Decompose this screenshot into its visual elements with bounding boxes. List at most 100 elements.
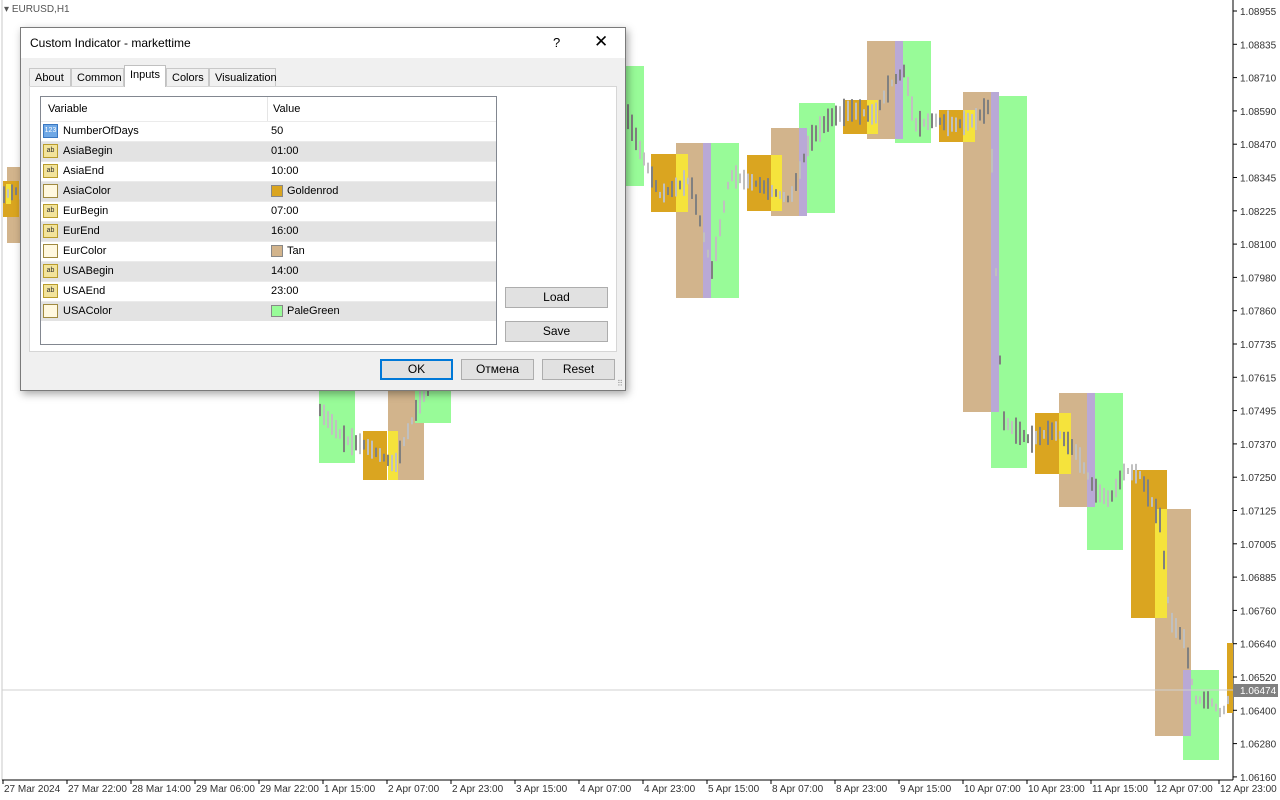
- param-value[interactable]: PaleGreen: [287, 305, 340, 317]
- time-tick-label: 12 Apr 07:00: [1156, 784, 1213, 795]
- param-row-eurbegin[interactable]: ab EurBegin 07:00: [41, 201, 496, 221]
- price-tick-label: 1.07495: [1240, 407, 1277, 418]
- time-tick-label: 29 Mar 06:00: [196, 784, 255, 795]
- price-tick-label: 1.06280: [1240, 740, 1277, 751]
- tab-common[interactable]: Common: [71, 68, 124, 86]
- tab-inputs[interactable]: Inputs: [124, 65, 166, 87]
- param-value[interactable]: 50: [271, 125, 283, 137]
- time-tick-label: 12 Apr 23:00: [1220, 784, 1277, 795]
- price-tick-label: 1.07125: [1240, 507, 1277, 518]
- param-value[interactable]: Tan: [287, 245, 305, 257]
- color-type-icon: color: [43, 244, 58, 258]
- color-swatch[interactable]: [271, 185, 283, 197]
- inputs-table: Variable Value 123 NumberOfDays 50 ab AsiaBe…: [40, 96, 497, 345]
- param-row-eurend[interactable]: ab EurEnd 16:00: [41, 221, 496, 241]
- param-name: USAEnd: [63, 285, 106, 297]
- time-tick-label: 4 Apr 23:00: [644, 784, 696, 795]
- tab-colors[interactable]: Colors: [166, 68, 209, 86]
- price-tick-label: 1.07005: [1240, 540, 1277, 551]
- param-name: AsiaBegin: [63, 145, 113, 157]
- ok-button[interactable]: OK: [380, 359, 453, 380]
- color-type-icon: color: [43, 304, 58, 318]
- time-tick-label: 8 Apr 23:00: [836, 784, 888, 795]
- price-tick-label: 1.08345: [1240, 174, 1277, 185]
- price-tick-label: 1.07860: [1240, 307, 1277, 318]
- param-name: EurBegin: [63, 205, 109, 217]
- color-type-icon: color: [43, 184, 58, 198]
- param-name: NumberOfDays: [63, 125, 139, 137]
- param-row-asiaend[interactable]: ab AsiaEnd 10:00: [41, 161, 496, 181]
- param-value[interactable]: Goldenrod: [287, 185, 338, 197]
- price-tick-label: 1.08590: [1240, 107, 1277, 118]
- param-row-asiabegin[interactable]: ab AsiaBegin 01:00: [41, 141, 496, 161]
- time-tick-label: 8 Apr 07:00: [772, 784, 824, 795]
- column-value[interactable]: Value: [273, 103, 300, 115]
- param-value[interactable]: 16:00: [271, 225, 299, 237]
- param-row-usaend[interactable]: ab USAEnd 23:00: [41, 281, 496, 301]
- param-name: AsiaColor: [63, 185, 111, 197]
- param-value[interactable]: 23:00: [271, 285, 299, 297]
- time-tick-label: 1 Apr 15:00: [324, 784, 376, 795]
- price-tick-label: 1.08225: [1240, 207, 1277, 218]
- price-tick-label: 1.08955: [1240, 7, 1277, 18]
- param-value[interactable]: 14:00: [271, 265, 299, 277]
- string-type-icon: ab: [43, 224, 58, 238]
- string-type-icon: ab: [43, 164, 58, 178]
- reset-button[interactable]: Reset: [542, 359, 615, 380]
- param-name: AsiaEnd: [63, 165, 104, 177]
- price-tick-label: 1.06885: [1240, 573, 1277, 584]
- tab-visualization[interactable]: Visualization: [209, 68, 277, 86]
- price-tick-label: 1.08710: [1240, 74, 1277, 85]
- time-tick-label: 5 Apr 15:00: [708, 784, 760, 795]
- color-swatch[interactable]: [271, 305, 283, 317]
- param-row-numberofdays[interactable]: 123 NumberOfDays 50: [41, 121, 496, 141]
- resize-grip-icon[interactable]: ⠿: [617, 379, 623, 388]
- dialog-titlebar[interactable]: Custom Indicator - markettime ? ✕: [21, 28, 625, 58]
- param-value[interactable]: 07:00: [271, 205, 299, 217]
- save-button[interactable]: Save: [505, 321, 608, 342]
- column-variable[interactable]: Variable: [48, 103, 88, 115]
- current-price-label: 1.06474: [1240, 686, 1277, 697]
- time-tick-label: 11 Apr 15:00: [1092, 784, 1148, 795]
- session-box-overlap2: [991, 92, 999, 412]
- time-tick-label: 10 Apr 23:00: [1028, 784, 1085, 795]
- param-name: EurColor: [63, 245, 107, 257]
- session-box-overlap: [676, 154, 688, 212]
- inputs-panel: Variable Value 123 NumberOfDays 50 ab AsiaBe…: [29, 86, 617, 352]
- time-tick-label: 3 Apr 15:00: [516, 784, 568, 795]
- cancel-button[interactable]: Отмена: [461, 359, 534, 380]
- time-tick-label: 28 Mar 14:00: [132, 784, 191, 795]
- time-tick-label: 29 Mar 22:00: [260, 784, 319, 795]
- price-tick-label: 1.06640: [1240, 640, 1277, 651]
- param-row-usabegin[interactable]: ab USABegin 14:00: [41, 261, 496, 281]
- help-button[interactable]: ?: [553, 35, 560, 50]
- param-row-eurcolor[interactable]: color EurColor Tan: [41, 241, 496, 261]
- string-type-icon: ab: [43, 144, 58, 158]
- price-tick-label: 1.07735: [1240, 340, 1277, 351]
- column-divider[interactable]: [267, 97, 268, 121]
- time-tick-label: 9 Apr 15:00: [900, 784, 952, 795]
- session-box-overlap2: [703, 143, 711, 298]
- chart-symbol-label: ▾ EURUSD,H1: [4, 4, 70, 15]
- price-tick-label: 1.06160: [1240, 773, 1277, 784]
- param-name: USABegin: [63, 265, 114, 277]
- dialog-title: Custom Indicator - markettime: [30, 36, 191, 50]
- indicator-dialog: Custom Indicator - markettime ? ✕ About …: [20, 27, 626, 391]
- tab-about[interactable]: About: [29, 68, 71, 86]
- param-value[interactable]: 10:00: [271, 165, 299, 177]
- time-tick-label: 2 Apr 07:00: [388, 784, 440, 795]
- session-box-overlap2: [895, 41, 903, 139]
- price-tick-label: 1.07615: [1240, 373, 1277, 384]
- load-button[interactable]: Load: [505, 287, 608, 308]
- close-icon[interactable]: ✕: [594, 32, 608, 52]
- price-tick-label: 1.06760: [1240, 606, 1277, 617]
- time-tick-label: 4 Apr 07:00: [580, 784, 632, 795]
- price-tick-label: 1.07980: [1240, 273, 1277, 284]
- session-box-overlap: [771, 155, 782, 211]
- color-swatch[interactable]: [271, 245, 283, 257]
- price-tick-label: 1.06520: [1240, 673, 1277, 684]
- string-type-icon: ab: [43, 284, 58, 298]
- param-row-usacolor[interactable]: color USAColor PaleGreen: [41, 301, 496, 321]
- param-row-asiacolor[interactable]: color AsiaColor Goldenrod: [41, 181, 496, 201]
- param-value[interactable]: 01:00: [271, 145, 299, 157]
